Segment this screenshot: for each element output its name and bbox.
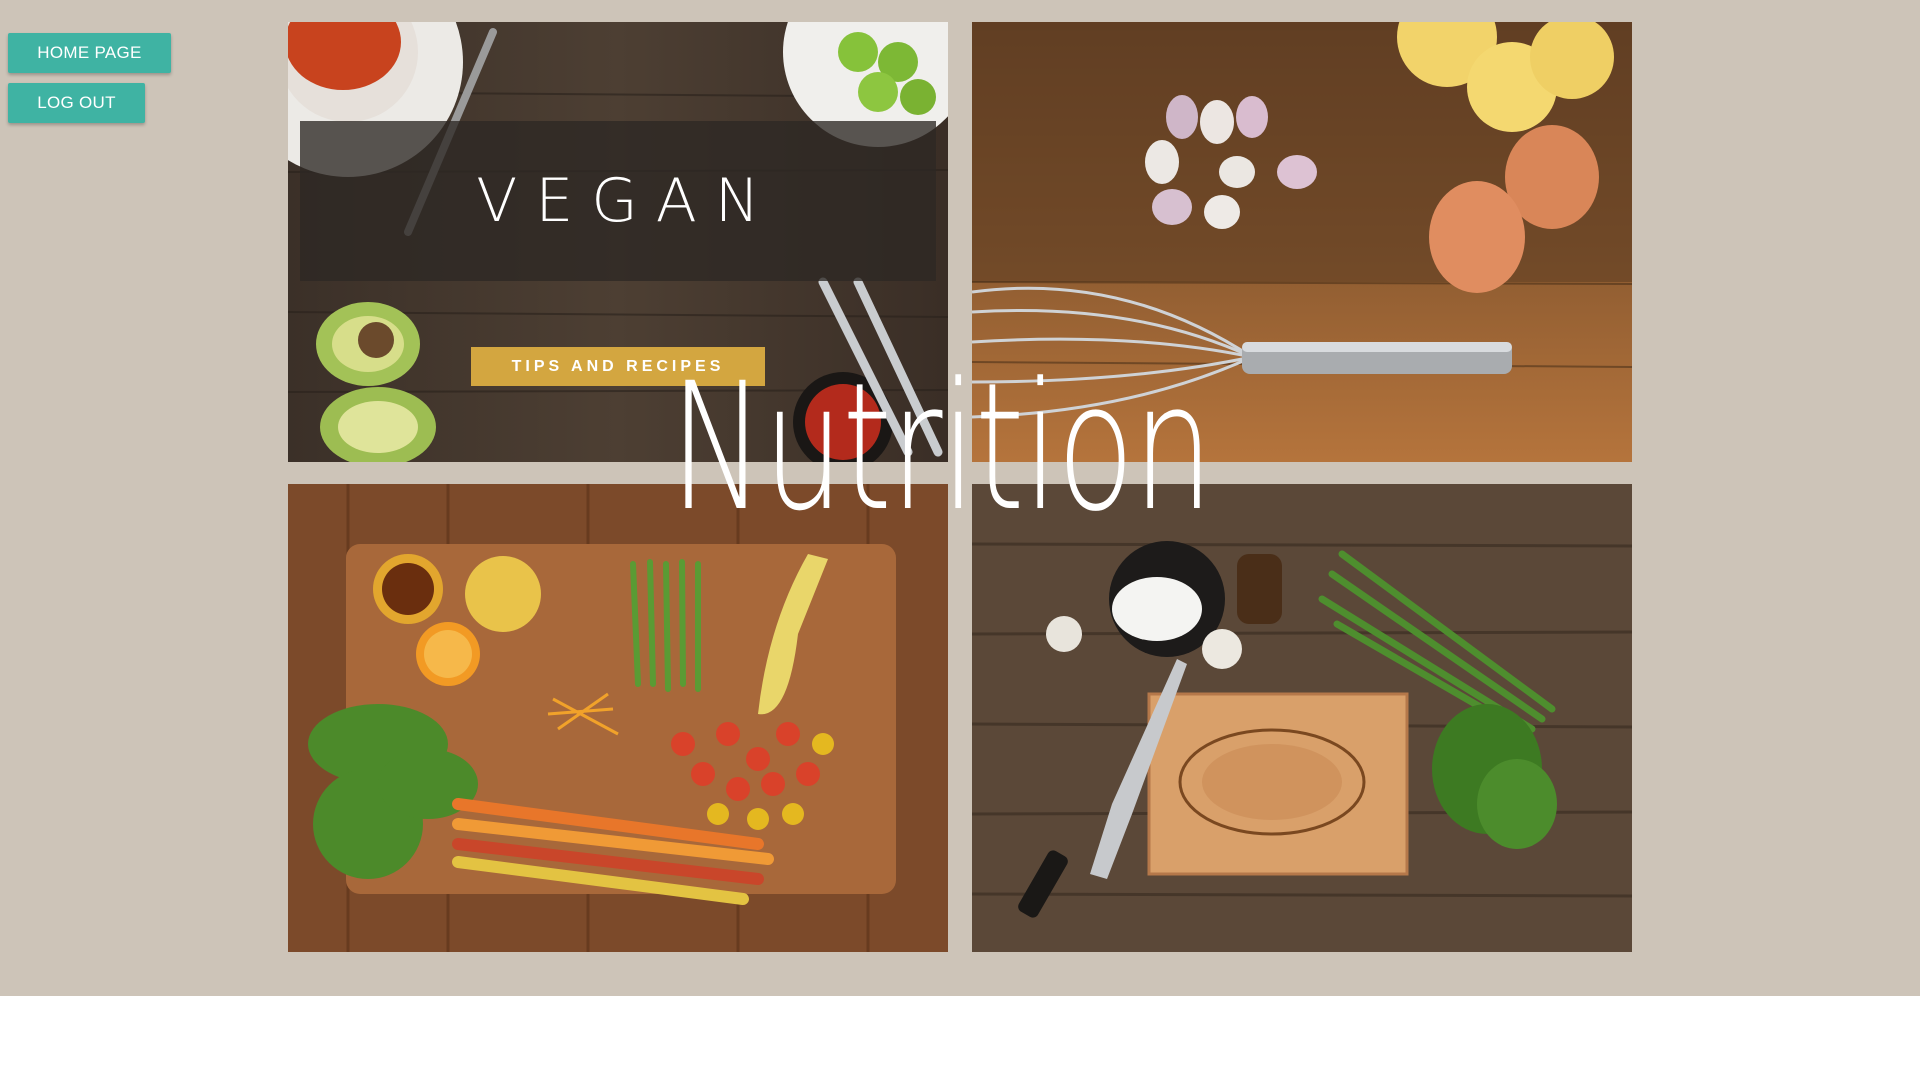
vegetables-board-photo-icon bbox=[288, 484, 948, 952]
vegan-title: VEGAN bbox=[476, 166, 778, 236]
pork-tile[interactable] bbox=[972, 484, 1632, 952]
nutrition-title: Nutrition bbox=[670, 345, 1213, 550]
log-out-button[interactable]: LOG OUT bbox=[8, 83, 145, 123]
vegan-banner: VEGAN bbox=[300, 121, 936, 281]
home-page-button[interactable]: HOME PAGE bbox=[8, 33, 171, 73]
vegetables-tile[interactable] bbox=[288, 484, 948, 952]
pork-cutting-board-photo-icon bbox=[972, 484, 1632, 952]
